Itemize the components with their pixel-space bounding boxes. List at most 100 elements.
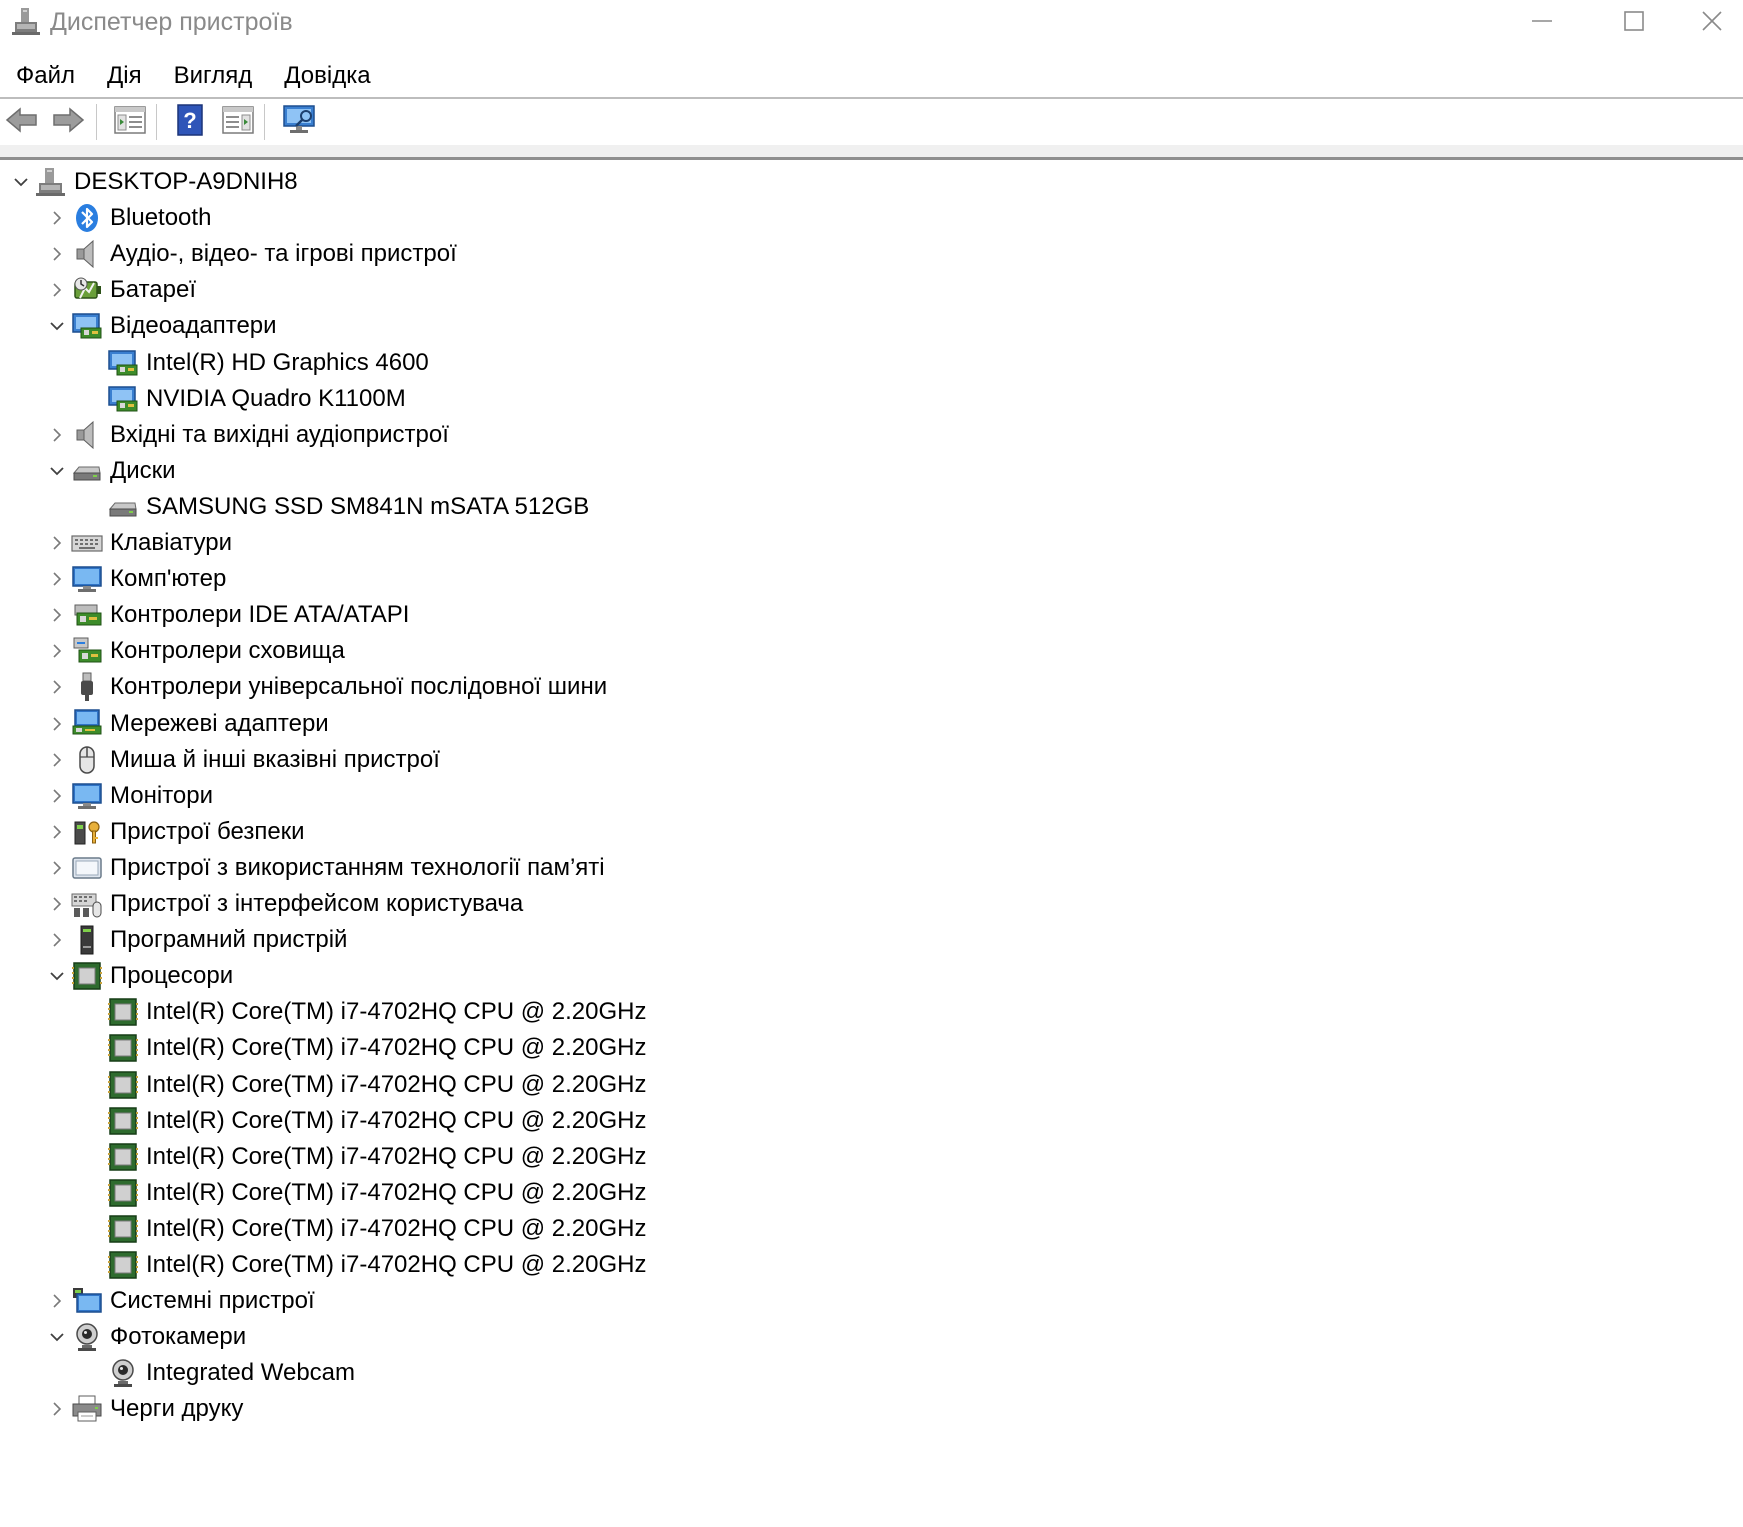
tree-root-label: DESKTOP-A9DNIH8: [74, 168, 298, 195]
chevron-down-icon[interactable]: [44, 1319, 70, 1355]
chevron-right-icon[interactable]: [44, 1283, 70, 1319]
scan-hardware-icon: [282, 104, 318, 141]
tree-category[interactable]: Пристрої безпеки: [44, 814, 305, 850]
tree-device[interactable]: Intel(R) Core(TM) i7-4702HQ CPU @ 2.20GH…: [80, 1139, 646, 1175]
tree-category[interactable]: Монітори: [44, 778, 213, 814]
tree-device-label: Intel(R) HD Graphics 4600: [146, 349, 429, 376]
tree-category[interactable]: Комп'ютер: [44, 561, 226, 597]
tree-category[interactable]: Системні пристрої: [44, 1283, 315, 1319]
chevron-down-icon[interactable]: [8, 164, 34, 200]
tree-device[interactable]: Intel(R) Core(TM) i7-4702HQ CPU @ 2.20GH…: [80, 1067, 646, 1103]
chevron-right-icon[interactable]: [44, 200, 70, 236]
tree-category[interactable]: Пристрої з інтерфейсом користувача: [44, 886, 523, 922]
tree-category-label: Відеоадаптери: [110, 312, 277, 339]
tree-device[interactable]: Intel(R) Core(TM) i7-4702HQ CPU @ 2.20GH…: [80, 1030, 646, 1066]
menu-action[interactable]: Дія: [91, 56, 158, 96]
device-tree[interactable]: DESKTOP-A9DNIH8 Bluetooth Аудіо-, відео- т…: [0, 164, 1743, 1444]
menu-help[interactable]: Довідка: [268, 56, 386, 96]
tree-category[interactable]: Вхідні та вихідні аудіопристрої: [44, 417, 449, 453]
tree-device[interactable]: Integrated Webcam: [80, 1355, 355, 1391]
tree-category[interactable]: Фотокамери: [44, 1319, 246, 1355]
tree-category[interactable]: Контролери універсальної послідовної шин…: [44, 669, 607, 705]
help-button[interactable]: ?: [170, 103, 210, 140]
tree-category[interactable]: Контролери сховища: [44, 633, 345, 669]
chevron-right-icon[interactable]: [44, 850, 70, 886]
tree-category[interactable]: Батареї: [44, 272, 196, 308]
tree-category-label: Фотокамери: [110, 1323, 247, 1350]
chevron-down-icon[interactable]: [44, 958, 70, 994]
tree-category-label: Мережеві адаптери: [110, 710, 329, 737]
storage-controller-icon: [70, 634, 104, 668]
tree-device[interactable]: Intel(R) Core(TM) i7-4702HQ CPU @ 2.20GH…: [80, 1175, 646, 1211]
disk-drive-icon: [70, 454, 104, 488]
tree-device[interactable]: Intel(R) Core(TM) i7-4702HQ CPU @ 2.20GH…: [80, 994, 646, 1030]
tree-category-label: Bluetooth: [110, 204, 212, 231]
chevron-right-icon[interactable]: [44, 706, 70, 742]
title-bar: Диспетчер пристроїв: [0, 0, 1743, 46]
back-button[interactable]: [2, 104, 42, 140]
properties-button[interactable]: [110, 104, 150, 140]
chevron-down-icon[interactable]: [44, 453, 70, 489]
chevron-right-icon[interactable]: [44, 886, 70, 922]
tree-category-label: Аудіо-, відео- та ігрові пристрої: [110, 240, 457, 267]
chevron-right-icon[interactable]: [44, 922, 70, 958]
close-button[interactable]: [1680, 0, 1743, 46]
chevron-down-icon[interactable]: [44, 308, 70, 344]
menu-file[interactable]: Файл: [0, 56, 91, 96]
maximize-button[interactable]: [1588, 0, 1680, 46]
tree-device[interactable]: Intel(R) Core(TM) i7-4702HQ CPU @ 2.20GH…: [80, 1211, 646, 1247]
tree-category[interactable]: Аудіо-, відео- та ігрові пристрої: [44, 236, 457, 272]
tree-category-label: Миша й інші вказівні пристрої: [110, 746, 440, 773]
tree-category[interactable]: Bluetooth: [44, 200, 211, 236]
chevron-right-icon[interactable]: [44, 597, 70, 633]
tree-category[interactable]: Миша й інші вказівні пристрої: [44, 742, 440, 778]
memory-device-icon: [70, 851, 104, 885]
tree-category-label: Програмний пристрій: [110, 926, 348, 953]
chevron-right-icon[interactable]: [44, 742, 70, 778]
tree-device[interactable]: Intel(R) HD Graphics 4600: [80, 345, 429, 381]
chevron-right-icon[interactable]: [44, 525, 70, 561]
display-adapter-icon: [106, 346, 140, 380]
forward-button[interactable]: [48, 104, 88, 140]
tree-category[interactable]: Диски: [44, 453, 176, 489]
tree-category[interactable]: Процесори: [44, 958, 233, 994]
hid-icon: [70, 887, 104, 921]
chevron-right-icon[interactable]: [44, 1391, 70, 1427]
chevron-right-icon[interactable]: [44, 417, 70, 453]
chevron-right-icon[interactable]: [44, 814, 70, 850]
usb-icon: [70, 670, 104, 704]
update-driver-button[interactable]: [218, 104, 258, 140]
chevron-right-icon[interactable]: [44, 633, 70, 669]
tree-device[interactable]: Intel(R) Core(TM) i7-4702HQ CPU @ 2.20GH…: [80, 1247, 646, 1283]
security-device-icon: [70, 815, 104, 849]
tree-category[interactable]: Пристрої з використанням технології пам’…: [44, 850, 605, 886]
tree-category-label: Контролери сховища: [110, 637, 345, 664]
tree-category[interactable]: Контролери IDE ATA/ATAPI: [44, 597, 409, 633]
scan-hardware-button[interactable]: [280, 104, 320, 140]
tree-device[interactable]: Intel(R) Core(TM) i7-4702HQ CPU @ 2.20GH…: [80, 1103, 646, 1139]
device-manager-window: Диспетчер пристроїв Файл Дія Вигляд Дові…: [0, 0, 1743, 1527]
tree-category[interactable]: Мережеві адаптери: [44, 706, 329, 742]
tree-device[interactable]: NVIDIA Quadro K1100M: [80, 381, 406, 417]
tree-device[interactable]: SAMSUNG SSD SM841N mSATA 512GB: [80, 489, 589, 525]
tree-category[interactable]: Програмний пристрій: [44, 922, 347, 958]
tree-category[interactable]: Черги друку: [44, 1391, 243, 1427]
menu-view[interactable]: Вигляд: [158, 56, 269, 96]
tree-root[interactable]: DESKTOP-A9DNIH8: [8, 164, 298, 200]
tree-category[interactable]: Відеоадаптери: [44, 308, 277, 344]
monitor-icon: [70, 779, 104, 813]
chevron-right-icon[interactable]: [44, 272, 70, 308]
tree-device-label: Intel(R) Core(TM) i7-4702HQ CPU @ 2.20GH…: [146, 998, 647, 1025]
bluetooth-icon: [70, 201, 104, 235]
tree-device-label: Intel(R) Core(TM) i7-4702HQ CPU @ 2.20GH…: [146, 1071, 647, 1098]
chevron-right-icon[interactable]: [44, 669, 70, 705]
chevron-right-icon[interactable]: [44, 778, 70, 814]
chevron-right-icon[interactable]: [44, 561, 70, 597]
minimize-button[interactable]: [1496, 0, 1588, 46]
chevron-right-icon[interactable]: [44, 236, 70, 272]
tree-category[interactable]: Клавіатури: [44, 525, 232, 561]
